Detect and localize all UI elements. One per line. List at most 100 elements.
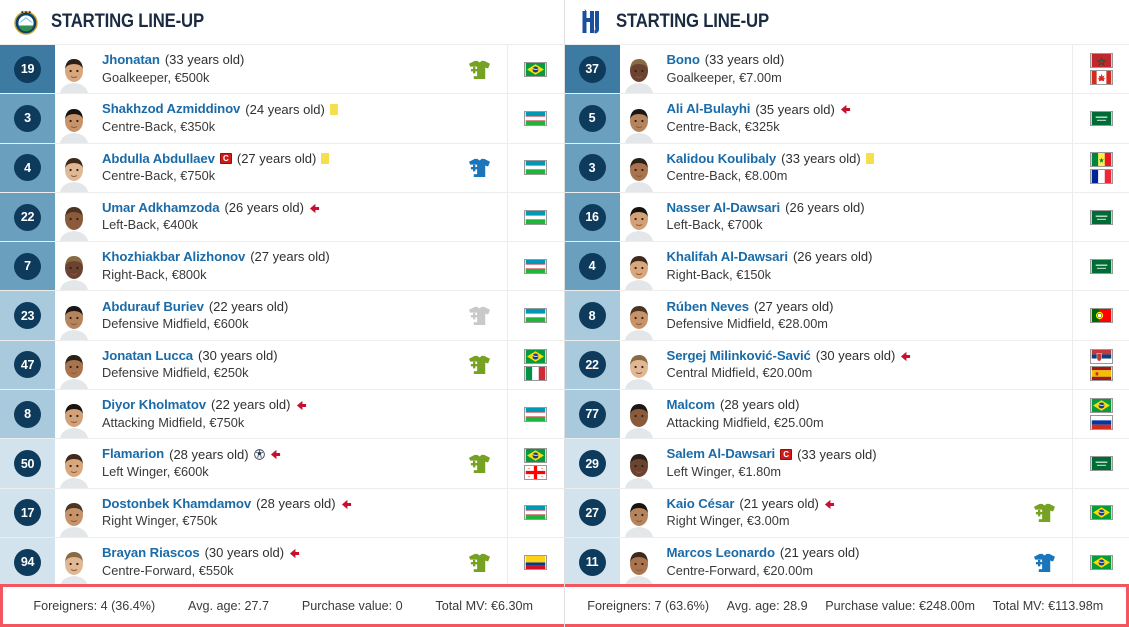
player-age: (35 years old)	[755, 101, 835, 117]
player-row[interactable]: 94 Brayan Riascos (30 years old) Centre-For…	[0, 537, 564, 588]
player-row[interactable]: 8 Diyor Kholmatov (22 years old) Attacking …	[0, 390, 564, 440]
player-row[interactable]: 4 Khalifah Al-Dawsari (26 years old) Right-…	[564, 242, 1129, 292]
player-name-link[interactable]: Ali Al-Bulayhi	[667, 101, 751, 118]
substituted-off-arrow-icon	[341, 499, 351, 509]
player-name-link[interactable]: Brayan Riascos	[102, 545, 200, 562]
substitution-cell	[452, 45, 507, 93]
player-name-link[interactable]: Marcos Leonardo	[667, 545, 776, 562]
player-photo-cell[interactable]	[620, 94, 658, 143]
player-portrait	[57, 345, 91, 390]
player-photo-cell[interactable]	[55, 193, 93, 242]
shirt-number-badge: 23	[14, 302, 41, 330]
green-shirt-in-icon[interactable]	[1032, 502, 1057, 523]
flag-saudi-icon	[1089, 209, 1113, 225]
player-row[interactable]: 11 Marcos Leonardo (21 years old) Centre-Fo…	[564, 537, 1129, 588]
player-row[interactable]: 4 Abdulla Abdullaev C (27 years old) Centre-…	[0, 143, 564, 193]
player-photo-cell[interactable]	[55, 341, 93, 390]
player-row[interactable]: 3 Kalidou Koulibaly (33 years old) Centre-B…	[564, 143, 1129, 193]
player-photo-cell[interactable]	[620, 291, 658, 340]
substitution-cell	[1017, 45, 1072, 93]
player-name-line: Jonatan Lucca (30 years old)	[102, 348, 452, 365]
player-name-link[interactable]: Abdulla Abdullaev	[102, 151, 215, 168]
player-row[interactable]: 19 Jhonatan (33 years old) Goalkeeper, €500…	[0, 45, 564, 95]
player-row[interactable]: 5 Ali Al-Bulayhi (35 years old) Centre-Back…	[564, 94, 1129, 144]
player-photo-cell[interactable]	[55, 45, 93, 94]
player-photo-cell[interactable]	[55, 390, 93, 439]
flag-brazil-icon	[1089, 505, 1113, 521]
player-name-line: Brayan Riascos (30 years old)	[102, 545, 452, 562]
player-photo-cell[interactable]	[55, 489, 93, 537]
player-photo-cell[interactable]	[55, 242, 93, 291]
substitution-cell	[452, 538, 507, 586]
player-photo-cell[interactable]	[620, 489, 658, 537]
player-name-link[interactable]: Flamarion	[102, 446, 164, 463]
player-row[interactable]: 3 Shakhzod Azmiddinov (24 years old) Centre…	[0, 94, 564, 144]
player-row[interactable]: 7 Khozhiakbar Alizhonov (27 years old) Righ…	[0, 242, 564, 292]
green-shirt-in-icon[interactable]	[467, 552, 492, 573]
player-name-link[interactable]: Kalidou Koulibaly	[667, 151, 777, 168]
shirt-number-badge: 4	[14, 154, 41, 182]
player-info-cell: Brayan Riascos (30 years old) Centre-Forwa…	[93, 538, 452, 586]
player-row[interactable]: 50 Flamarion (28 years old) Left Winger, €6…	[0, 439, 564, 489]
player-name-link[interactable]: Jonatan Lucca	[102, 348, 193, 365]
player-photo-cell[interactable]	[620, 341, 658, 390]
green-shirt-in-icon[interactable]	[467, 59, 492, 80]
player-row[interactable]: 23 Abdurauf Buriev (22 years old) Defensive…	[0, 291, 564, 341]
player-name-link[interactable]: Jhonatan	[102, 52, 160, 69]
blue-shirt-out-icon[interactable]	[1032, 552, 1057, 573]
flag-uzbekistan-icon	[524, 209, 547, 225]
player-row[interactable]: 17 Dostonbek Khamdamov (28 years old) Right…	[0, 488, 564, 538]
player-photo-cell[interactable]	[620, 193, 658, 242]
player-portrait	[621, 394, 656, 439]
player-name-link[interactable]: Abdurauf Buriev	[102, 299, 204, 316]
player-photo-cell[interactable]	[55, 144, 93, 192]
player-name-link[interactable]: Sergej Milinković-Savić	[667, 348, 811, 365]
player-photo-cell[interactable]	[620, 439, 658, 488]
shirt-number-cell: 19	[0, 45, 55, 94]
player-row[interactable]: 37 Bono (33 years old) Goalkeeper, €7.00m	[564, 45, 1129, 95]
player-name-link[interactable]: Salem Al-Dawsari	[667, 446, 776, 463]
player-name-link[interactable]: Nasser Al-Dawsari	[667, 200, 781, 217]
player-name-link[interactable]: Dostonbek Khamdamov	[102, 496, 251, 513]
player-name-link[interactable]: Rúben Neves	[667, 299, 750, 316]
player-name-link[interactable]: Khozhiakbar Alizhonov	[102, 249, 245, 266]
player-age: (27 years old)	[236, 150, 317, 166]
flag-saudi-icon	[1089, 456, 1113, 472]
shirt-number-badge: 19	[14, 55, 41, 83]
player-name-link[interactable]: Malcom	[667, 397, 716, 414]
green-shirt-in-icon[interactable]	[467, 354, 492, 375]
player-name-link[interactable]: Kaio César	[667, 496, 735, 513]
player-row[interactable]: 77 Malcom (28 years old) Attacking Midfield…	[564, 390, 1129, 440]
yellow-card-icon	[321, 153, 330, 165]
player-row[interactable]: 22 Umar Adkhamzoda (26 years old) Left-Back…	[0, 192, 564, 243]
player-position-value: Right Winger, €750k	[102, 513, 218, 529]
player-row[interactable]: 16 Nasser Al-Dawsari (26 years old) Left-Ba…	[564, 192, 1129, 243]
player-name-link[interactable]: Umar Adkhamzoda	[102, 200, 220, 217]
player-photo-cell[interactable]	[55, 439, 93, 488]
player-photo-cell[interactable]	[55, 291, 93, 340]
player-row[interactable]: 8 Rúben Neves (27 years old) Defensive Midf…	[564, 291, 1129, 341]
player-photo-cell[interactable]	[620, 242, 658, 291]
player-photo-cell[interactable]	[620, 144, 658, 192]
player-photo-cell[interactable]	[55, 94, 93, 143]
flag-france-icon	[1089, 168, 1113, 184]
substituted-off-arrow-icon	[309, 203, 320, 213]
player-photo-cell[interactable]	[620, 390, 658, 439]
player-photo-cell[interactable]	[620, 45, 658, 94]
player-row[interactable]: 29 Salem Al-Dawsari C (33 years old) Left Wi…	[564, 439, 1129, 489]
player-name-line: Umar Adkhamzoda (26 years old)	[102, 200, 452, 217]
player-photo-cell[interactable]	[55, 538, 93, 587]
player-age: (27 years old)	[250, 249, 330, 265]
player-name-link[interactable]: Diyor Kholmatov	[102, 397, 206, 414]
player-name-link[interactable]: Shakhzod Azmiddinov	[102, 101, 240, 118]
blue-shirt-out-icon[interactable]	[467, 157, 492, 178]
player-name-link[interactable]: Bono	[667, 52, 700, 69]
grey-shirt-icon[interactable]	[467, 305, 492, 326]
player-age: (27 years old)	[753, 298, 834, 314]
player-row[interactable]: 22 Sergej Milinković-Savić (30 years old) C…	[564, 340, 1129, 391]
green-shirt-in-icon[interactable]	[467, 453, 492, 474]
player-row[interactable]: 47 Jonatan Lucca (30 years old) Defensive M…	[0, 340, 564, 391]
player-photo-cell[interactable]	[620, 538, 658, 587]
player-row[interactable]: 27 Kaio César (21 years old) Right Winger, …	[564, 488, 1129, 538]
player-name-link[interactable]: Khalifah Al-Dawsari	[667, 249, 789, 266]
